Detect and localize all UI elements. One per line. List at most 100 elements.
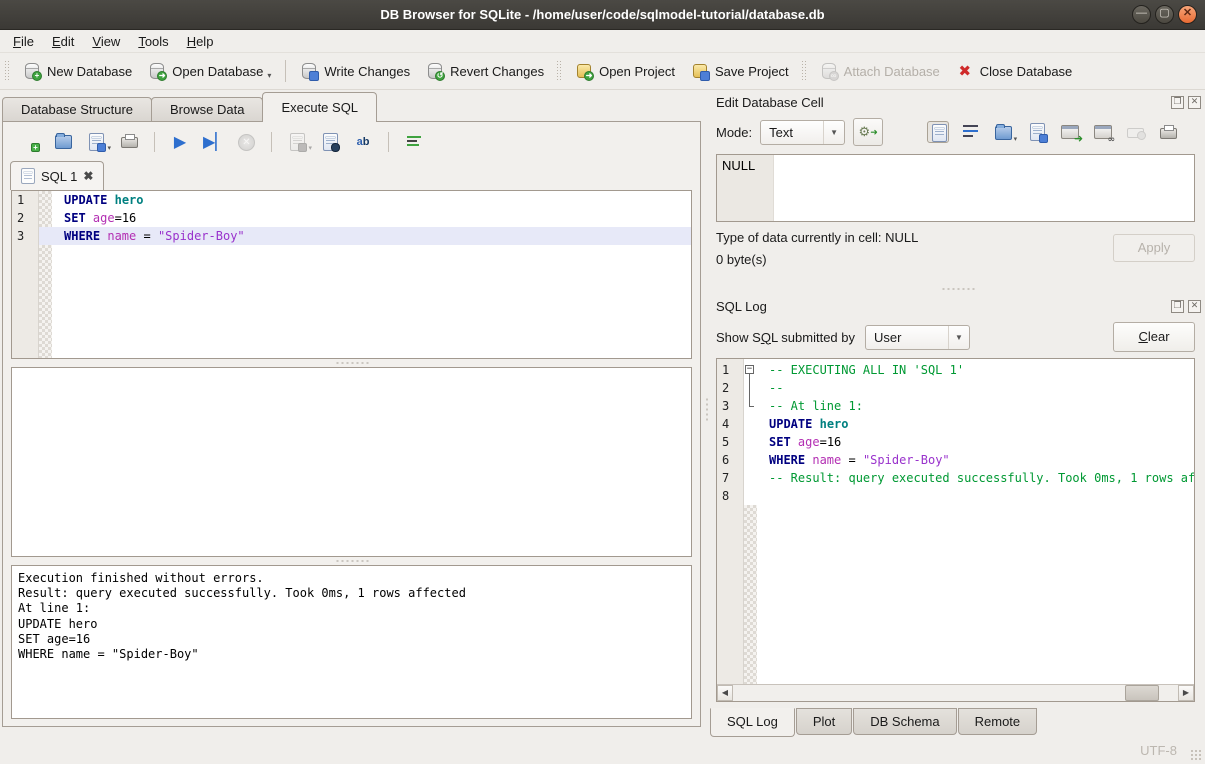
toolbar-handle[interactable] <box>4 60 11 82</box>
fold-margin <box>39 209 52 227</box>
statusbar: UTF-8 <box>0 737 1205 764</box>
write-changes-icon <box>300 62 318 80</box>
editor-results-splitter[interactable] <box>4 359 699 367</box>
scroll-right-icon[interactable]: ▶ <box>1178 685 1194 701</box>
close-sql-tab-icon[interactable]: ✖ <box>83 169 93 183</box>
close-database-button[interactable]: ✖Close Database <box>948 58 1081 84</box>
menu-view[interactable]: View <box>83 32 129 51</box>
new-database-icon: + <box>23 62 41 80</box>
line-number: 2 <box>717 379 744 397</box>
code-line-3: 3WHERE name = "Spider-Boy" <box>12 227 691 245</box>
revert-changes-button[interactable]: ↺Revert Changes <box>418 58 552 84</box>
replace-text-icon[interactable]: ab <box>353 132 373 152</box>
scrollbar-thumb[interactable] <box>1125 685 1159 701</box>
menubar: FileEditViewToolsHelp <box>0 30 1205 53</box>
float-dock-icon[interactable]: ❐ <box>1171 300 1184 313</box>
open-sql-file-icon[interactable] <box>53 132 73 152</box>
dock-tab-plot[interactable]: Plot <box>796 708 852 735</box>
log-fold-margin <box>744 505 757 685</box>
auto-switch-mode-button[interactable]: ⚙➜ <box>853 118 883 146</box>
sql-log-view[interactable]: 1−-- EXECUTING ALL IN 'SQL 1'2--3-- At l… <box>716 358 1195 702</box>
maximize-icon[interactable]: ▢ <box>1155 5 1174 24</box>
set-null-icon <box>1125 121 1147 143</box>
edit-cell-dock-header: Edit Database Cell ❐ ✕ <box>710 90 1205 114</box>
text-mode-icon[interactable] <box>927 121 949 143</box>
dock-tab-sql-log[interactable]: SQL Log <box>710 708 795 737</box>
print-cell-icon[interactable] <box>1158 121 1180 143</box>
line-number: 3 <box>12 227 39 245</box>
encoding-indicator: UTF-8 <box>1140 743 1177 758</box>
menu-help[interactable]: Help <box>178 32 223 51</box>
export-data-icon[interactable] <box>1026 121 1048 143</box>
message-line: UPDATE hero <box>18 617 685 632</box>
mode-select[interactable]: Text ▼ <box>760 120 845 145</box>
open-database-button[interactable]: ➜Open Database▾ <box>140 58 279 84</box>
save-sql-file-icon[interactable]: ▾ <box>86 132 106 152</box>
find-text-icon[interactable] <box>320 132 340 152</box>
float-dock-icon[interactable]: ❐ <box>1171 96 1184 109</box>
main-toolbar: +New Database➜Open Database▾ Write Change… <box>0 53 1205 90</box>
print-sql-icon[interactable] <box>119 132 139 152</box>
open-in-external-icon[interactable]: ➜ <box>1059 121 1081 143</box>
menu-file[interactable]: File <box>4 32 43 51</box>
open-project-icon: ➜ <box>575 62 593 80</box>
cell-size-text: 0 byte(s) <box>716 252 767 267</box>
close-dock-icon[interactable]: ✕ <box>1188 96 1201 109</box>
cell-value-editor[interactable]: NULL <box>716 154 1195 222</box>
tab-browse-data[interactable]: Browse Data <box>151 97 263 122</box>
code-line-1: 1UPDATE hero <box>12 191 691 209</box>
code-line-7: 7-- Result: query executed successfully.… <box>717 469 1194 487</box>
fold-margin <box>39 191 52 209</box>
close-icon[interactable]: ✕ <box>1178 5 1197 24</box>
close-dock-icon[interactable]: ✕ <box>1188 300 1201 313</box>
window-controls: — ▢ ✕ <box>1132 5 1197 24</box>
results-messages-splitter[interactable] <box>4 557 699 565</box>
menu-tools[interactable]: Tools <box>129 32 177 51</box>
log-horizontal-scrollbar[interactable]: ◀ ▶ <box>717 684 1194 701</box>
dock-splitter[interactable] <box>710 284 1205 294</box>
toolbar-separator <box>154 132 155 152</box>
toolbar-handle[interactable] <box>556 60 563 82</box>
import-data-icon[interactable]: ▾ <box>993 121 1015 143</box>
new-database-button[interactable]: +New Database <box>15 58 140 84</box>
format-sql-icon[interactable] <box>404 132 424 152</box>
code-line-2: 2-- <box>717 379 1194 397</box>
cell-mode-row: Mode: Text ▼ ⚙➜ ▾➜∞ <box>710 114 1205 150</box>
execute-current-line-icon[interactable]: ▶▏ <box>203 132 223 152</box>
scrollbar-track[interactable] <box>733 685 1178 701</box>
sql-doc-tab[interactable]: SQL 1 ✖ <box>10 161 104 190</box>
toolbar-handle[interactable] <box>801 60 808 82</box>
log-filter-select[interactable]: User ▼ <box>865 325 970 350</box>
write-changes-button[interactable]: Write Changes <box>292 58 418 84</box>
word-wrap-icon[interactable] <box>960 121 982 143</box>
scroll-left-icon[interactable]: ◀ <box>717 685 733 701</box>
fold-margin <box>744 469 757 487</box>
line-number: 3 <box>717 397 744 415</box>
save-project-button[interactable]: Save Project <box>683 58 797 84</box>
sql-editor[interactable]: 1UPDATE hero2SET age=163WHERE name = "Sp… <box>11 190 692 359</box>
clear-log-button[interactable]: Clear <box>1113 322 1195 352</box>
dock-tab-db-schema[interactable]: DB Schema <box>853 708 956 735</box>
execute-all-icon[interactable]: ▶ <box>170 132 190 152</box>
panel-splitter[interactable] <box>703 90 710 730</box>
tab-execute-sql[interactable]: Execute SQL <box>262 92 377 122</box>
dock-tab-remote[interactable]: Remote <box>958 708 1038 735</box>
resize-grip-icon[interactable] <box>1190 749 1202 761</box>
toolbar-separator <box>271 132 272 152</box>
edit-cell-title: Edit Database Cell <box>716 95 1171 110</box>
stop-execution-icon: ✕ <box>236 132 256 152</box>
dock-tabs: SQL LogPlotDB SchemaRemote <box>710 708 1205 738</box>
new-sql-tab-icon[interactable]: + <box>20 132 40 152</box>
cell-value: NULL <box>722 158 755 173</box>
sql-log-title: SQL Log <box>716 299 1171 314</box>
sql-doc-tabs: SQL 1 ✖ <box>4 161 699 190</box>
line-number: 6 <box>717 451 744 469</box>
fold-collapse-icon[interactable]: − <box>745 365 754 374</box>
close-database-icon: ✖ <box>956 62 974 80</box>
open-project-button[interactable]: ➜Open Project <box>567 58 683 84</box>
menu-edit[interactable]: Edit <box>43 32 83 51</box>
sql-toolbar: +▾▶▶▏✕▾ab <box>4 123 699 161</box>
copy-link-icon[interactable]: ∞ <box>1092 121 1114 143</box>
tab-database-structure[interactable]: Database Structure <box>2 97 152 122</box>
minimize-icon[interactable]: — <box>1132 5 1151 24</box>
